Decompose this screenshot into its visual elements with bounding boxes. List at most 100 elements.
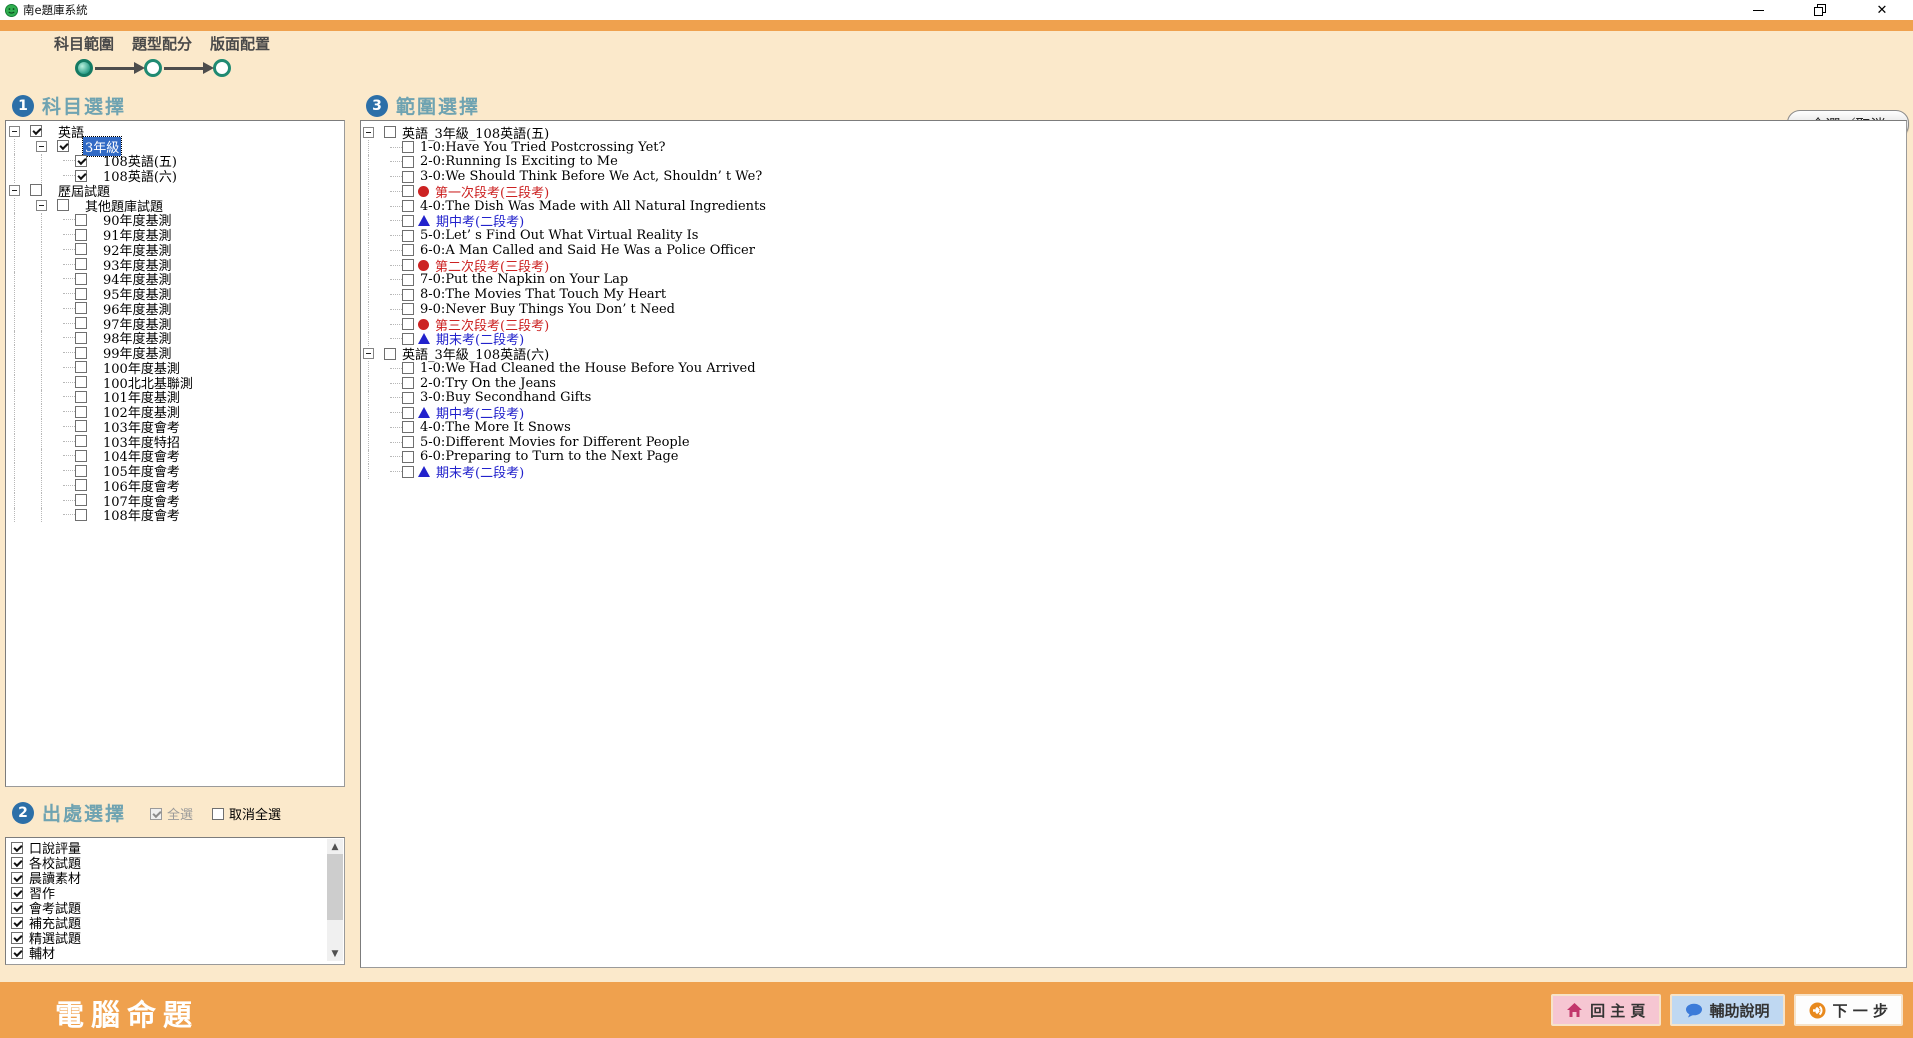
- checkbox[interactable]: [75, 509, 87, 521]
- checkbox[interactable]: [11, 842, 23, 854]
- tree-node[interactable]: 1-0:We Had Cleaned the House Before You …: [363, 361, 1906, 376]
- tree-node[interactable]: 8-0:The Movies That Touch My Heart: [363, 287, 1906, 302]
- checkbox[interactable]: [402, 407, 414, 419]
- tree-node[interactable]: 98年度基測: [9, 331, 344, 346]
- tree-node[interactable]: 6-0:A Man Called and Said He Was a Polic…: [363, 243, 1906, 258]
- checkbox[interactable]: [402, 141, 414, 153]
- checkbox[interactable]: [402, 377, 414, 389]
- tree-node-label[interactable]: 108年度會考: [101, 505, 182, 524]
- checkbox[interactable]: [11, 872, 23, 884]
- checkbox[interactable]: [75, 273, 87, 285]
- deselect-all-checkbox[interactable]: [212, 808, 224, 820]
- source-list-item[interactable]: 晨讀素材: [11, 870, 344, 885]
- checkbox[interactable]: [402, 215, 414, 227]
- checkbox[interactable]: [75, 347, 87, 359]
- collapse-icon[interactable]: [36, 141, 47, 152]
- checkbox[interactable]: [75, 332, 87, 344]
- select-all-control[interactable]: 全選: [150, 804, 193, 823]
- checkbox[interactable]: [402, 392, 414, 404]
- checkbox[interactable]: [402, 421, 414, 433]
- checkbox[interactable]: [75, 494, 87, 506]
- collapse-icon[interactable]: [363, 348, 374, 359]
- checkbox[interactable]: [402, 289, 414, 301]
- tree-node[interactable]: 90年度基測: [9, 213, 344, 228]
- checkbox[interactable]: [30, 125, 42, 137]
- checkbox[interactable]: [75, 155, 87, 167]
- help-button[interactable]: 輔助說明: [1670, 994, 1785, 1026]
- checkbox[interactable]: [11, 917, 23, 929]
- tree-node[interactable]: 期末考(二段考): [363, 332, 1906, 347]
- checkbox[interactable]: [11, 887, 23, 899]
- tree-node[interactable]: 6-0:Preparing to Turn to the Next Page: [363, 450, 1906, 465]
- tree-node[interactable]: 1-0:Have You Tried Postcrossing Yet?: [363, 140, 1906, 155]
- tree-node[interactable]: 96年度基測: [9, 301, 344, 316]
- checkbox[interactable]: [402, 156, 414, 168]
- checkbox[interactable]: [402, 185, 414, 197]
- checkbox[interactable]: [402, 303, 414, 315]
- tree-node[interactable]: 英語_3年級_108英語(六): [363, 346, 1906, 361]
- tree-node[interactable]: 97年度基測: [9, 316, 344, 331]
- tree-node-label[interactable]: 英語: [56, 122, 86, 141]
- checkbox[interactable]: [75, 450, 87, 462]
- checkbox[interactable]: [75, 288, 87, 300]
- tree-node[interactable]: 95年度基測: [9, 286, 344, 301]
- tree-node[interactable]: 英語_3年級_108英語(五): [363, 125, 1906, 140]
- checkbox[interactable]: [402, 436, 414, 448]
- checkbox[interactable]: [11, 902, 23, 914]
- tree-node-label[interactable]: 108英語(六): [101, 166, 179, 185]
- checkbox[interactable]: [75, 391, 87, 403]
- checkbox[interactable]: [402, 230, 414, 242]
- close-button[interactable]: ✕: [1851, 0, 1913, 20]
- checkbox[interactable]: [75, 317, 87, 329]
- checkbox[interactable]: [402, 362, 414, 374]
- tree-node-label[interactable]: 1-0:Have You Tried Postcrossing Yet?: [418, 140, 667, 155]
- tree-node[interactable]: 4-0:The More It Snows: [363, 420, 1906, 435]
- next-step-button[interactable]: 下 一 步: [1794, 994, 1903, 1026]
- checkbox[interactable]: [57, 199, 69, 211]
- tree-node[interactable]: 3-0:Buy Secondhand Gifts: [363, 391, 1906, 406]
- tree-node[interactable]: 4-0:The Dish Was Made with All Natural I…: [363, 199, 1906, 214]
- checkbox[interactable]: [402, 333, 414, 345]
- checkbox[interactable]: [402, 451, 414, 463]
- checkbox[interactable]: [30, 184, 42, 196]
- checkbox[interactable]: [384, 348, 396, 360]
- tree-node[interactable]: 9-0:Never Buy Things You Don’ t Need: [363, 302, 1906, 317]
- checkbox[interactable]: [75, 361, 87, 373]
- tree-node[interactable]: 第一次段考(三段考): [363, 184, 1906, 199]
- tree-node-label[interactable]: 5-0:Different Movies for Different Peopl…: [418, 435, 692, 450]
- tree-node-label[interactable]: 7-0:Put the Napkin on Your Lap: [418, 272, 630, 287]
- tree-node[interactable]: 108年度會考: [9, 508, 344, 523]
- tree-node[interactable]: 5-0:Different Movies for Different Peopl…: [363, 435, 1906, 450]
- tree-node[interactable]: 期末考(二段考): [363, 464, 1906, 479]
- tree-node[interactable]: 期中考(二段考): [363, 214, 1906, 229]
- tree-node-label[interactable]: 期末考(二段考): [434, 462, 526, 481]
- tree-node-label[interactable]: 2-0:Try On the Jeans: [418, 376, 558, 391]
- source-list-item[interactable]: 輔材: [11, 945, 344, 960]
- home-button[interactable]: 回 主 頁: [1551, 994, 1660, 1026]
- collapse-icon[interactable]: [363, 127, 374, 138]
- checkbox[interactable]: [402, 274, 414, 286]
- checkbox[interactable]: [75, 465, 87, 477]
- checkbox[interactable]: [11, 932, 23, 944]
- tree-node[interactable]: 2-0:Running Is Exciting to Me: [363, 155, 1906, 170]
- collapse-icon[interactable]: [36, 200, 47, 211]
- restore-button[interactable]: [1789, 0, 1851, 20]
- tree-node[interactable]: 3-0:We Should Think Before We Act, Shoul…: [363, 169, 1906, 184]
- checkbox[interactable]: [75, 406, 87, 418]
- tree-node[interactable]: 第二次段考(三段考): [363, 258, 1906, 273]
- tree-node[interactable]: 第三次段考(三段考): [363, 317, 1906, 332]
- tree-node[interactable]: 歷屆試題: [9, 183, 344, 198]
- tree-node[interactable]: 5-0:Let’ s Find Out What Virtual Reality…: [363, 228, 1906, 243]
- tree-node-label[interactable]: 8-0:The Movies That Touch My Heart: [418, 287, 668, 302]
- select-all-checkbox[interactable]: [150, 808, 162, 820]
- tree-node[interactable]: 2-0:Try On the Jeans: [363, 376, 1906, 391]
- tree-node-label[interactable]: 1-0:We Had Cleaned the House Before You …: [418, 361, 758, 376]
- tree-node[interactable]: 其他題庫試題: [9, 198, 344, 213]
- tree-node[interactable]: 92年度基測: [9, 242, 344, 257]
- checkbox[interactable]: [75, 420, 87, 432]
- tree-node[interactable]: 英語: [9, 124, 344, 139]
- scroll-up-icon[interactable]: ▲: [327, 839, 343, 854]
- checkbox[interactable]: [402, 318, 414, 330]
- scroll-down-icon[interactable]: ▼: [327, 946, 343, 961]
- source-list-item[interactable]: 精選試題: [11, 930, 344, 945]
